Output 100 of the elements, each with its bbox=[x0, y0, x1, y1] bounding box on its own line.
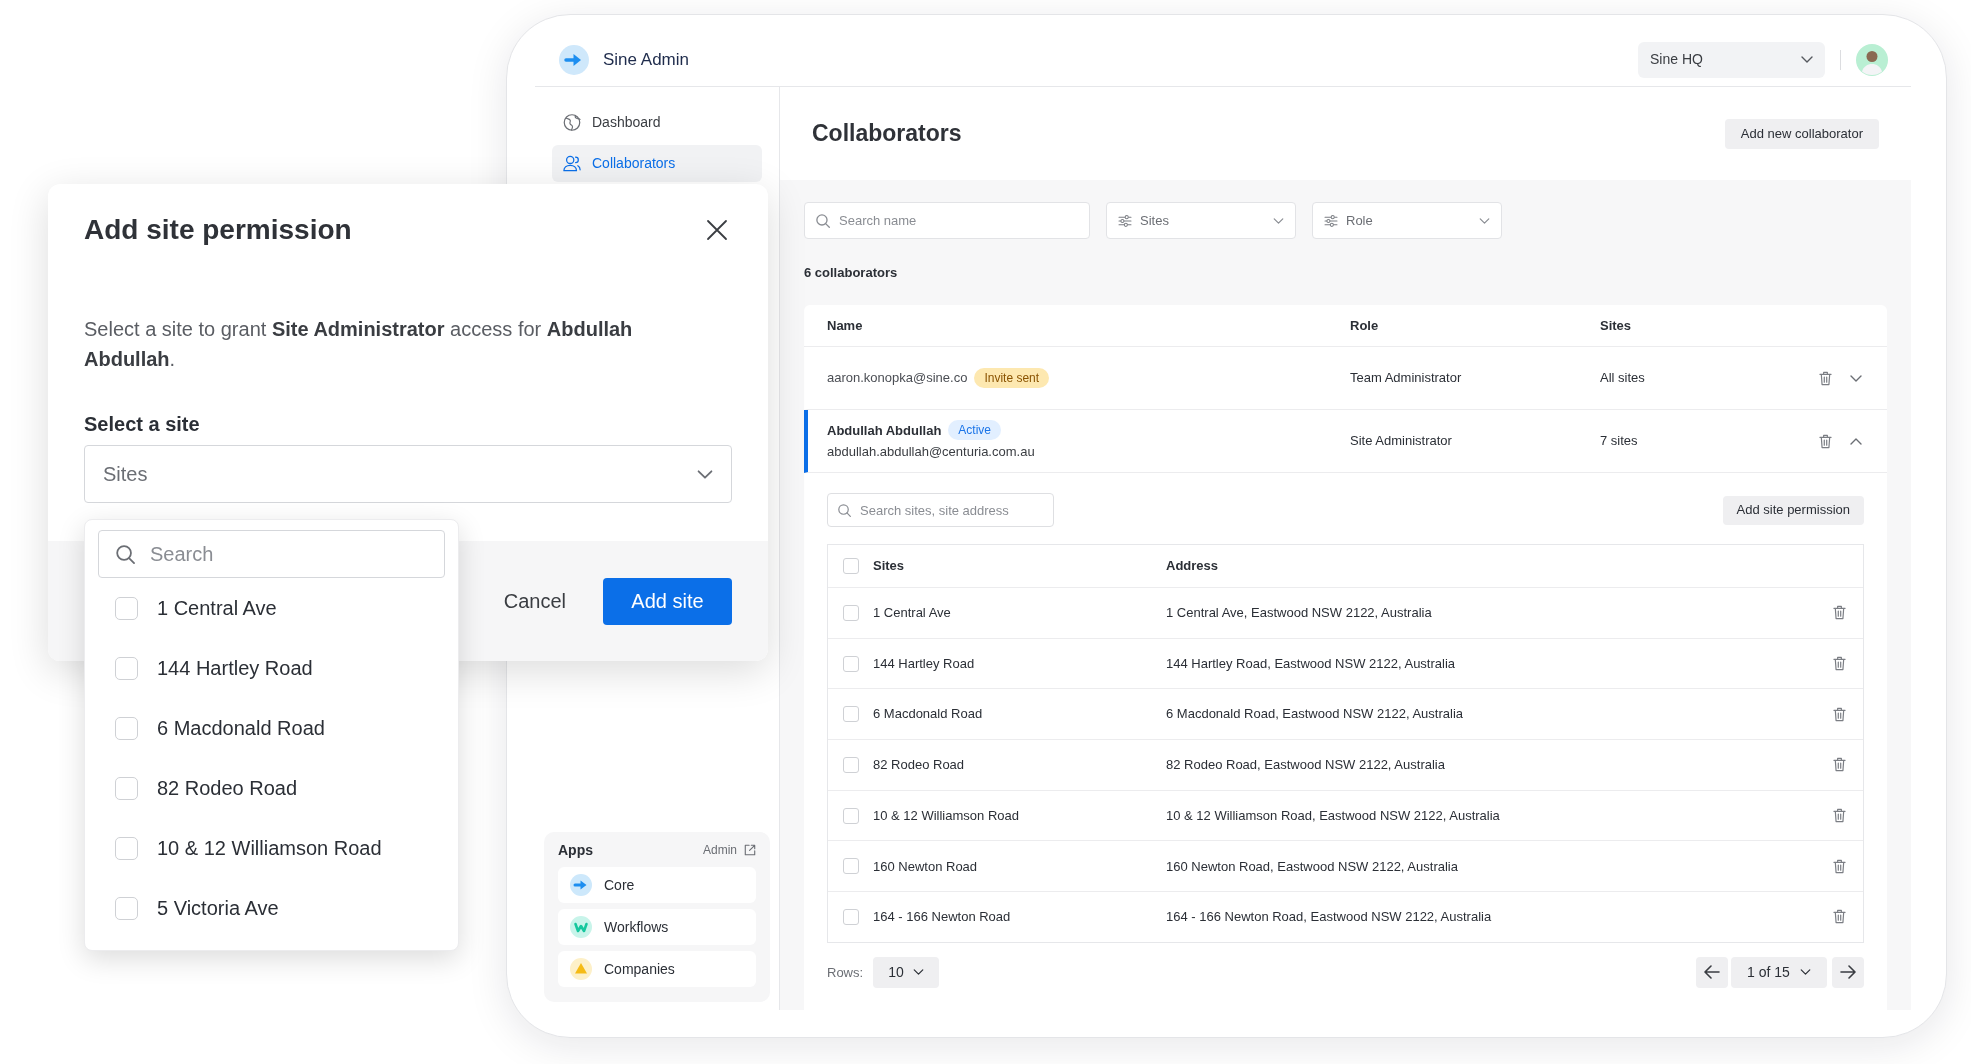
collaborator-email: aaron.konopka@sine.co bbox=[827, 369, 968, 388]
chevron-down-icon bbox=[697, 469, 713, 479]
app-link[interactable]: Workflows bbox=[558, 909, 756, 945]
checkbox[interactable] bbox=[115, 836, 138, 860]
chevron-down-icon bbox=[1801, 56, 1813, 63]
trash-icon[interactable] bbox=[1819, 433, 1832, 449]
table-cell-text: 82 Rodeo Road, Eastwood NSW 2122, Australia bbox=[1166, 756, 1445, 775]
table-cell-text: 10 & 12 Williamson Road, Eastwood NSW 2122, Australia bbox=[1166, 806, 1500, 825]
arrow-logo-icon bbox=[559, 44, 589, 75]
page-title: Collaborators bbox=[812, 119, 962, 149]
search-icon bbox=[116, 544, 135, 564]
previous-page-button[interactable] bbox=[1696, 956, 1728, 988]
chevron-down-icon[interactable] bbox=[1850, 374, 1862, 382]
close-icon[interactable] bbox=[706, 219, 728, 241]
collaborator-name: Abdullah Abdullah bbox=[827, 421, 942, 440]
checkbox[interactable] bbox=[115, 656, 138, 680]
table-cell-text: 160 Newton Road, Eastwood NSW 2122, Australia bbox=[1166, 857, 1458, 876]
checkbox[interactable] bbox=[115, 776, 138, 800]
chevron-down-icon bbox=[1479, 217, 1490, 224]
table-cell-text: 6 Macdonald Road, Eastwood NSW 2122, Australia bbox=[1166, 705, 1463, 724]
app-link[interactable]: Core bbox=[558, 867, 756, 903]
next-page-button[interactable] bbox=[1832, 956, 1864, 988]
checkbox[interactable] bbox=[843, 655, 859, 672]
option-label[interactable]: 6 Macdonald Road bbox=[157, 713, 325, 743]
checkbox[interactable] bbox=[115, 596, 138, 620]
table-cell-text: 160 Newton Road bbox=[873, 857, 978, 876]
add-collaborator-button[interactable]: Add new collaborator bbox=[1724, 118, 1879, 149]
admin-link[interactable]: Admin bbox=[703, 841, 756, 859]
checkbox[interactable] bbox=[843, 706, 859, 723]
table-cell-text: 1 Central Ave bbox=[873, 604, 951, 623]
checkbox[interactable] bbox=[843, 807, 859, 824]
arrow-right-icon bbox=[1840, 965, 1856, 980]
users-icon bbox=[563, 155, 581, 172]
filter-select[interactable]: Sites bbox=[1106, 202, 1296, 239]
column-header: Name bbox=[827, 316, 863, 335]
checkbox[interactable] bbox=[843, 558, 859, 574]
trash-icon[interactable] bbox=[1819, 370, 1832, 386]
app-name: Sine Admin bbox=[603, 48, 689, 71]
sidebar-item[interactable]: Dashboard bbox=[552, 104, 762, 141]
column-header: Address bbox=[1166, 557, 1219, 576]
table-cell-text: 144 Hartley Road bbox=[873, 654, 975, 673]
option-label[interactable]: 82 Rodeo Road bbox=[157, 773, 298, 803]
rows-per-page-select[interactable]: 10 bbox=[873, 956, 940, 988]
search-field[interactable]: Search bbox=[98, 530, 445, 578]
trash-icon[interactable] bbox=[1833, 605, 1846, 621]
globe-icon bbox=[563, 114, 581, 131]
rows-label: Rows: bbox=[827, 963, 864, 982]
add-site-permission-button[interactable]: Add site permission bbox=[1722, 495, 1864, 525]
filter-select[interactable]: Role bbox=[1312, 202, 1502, 239]
trash-icon[interactable] bbox=[1833, 808, 1846, 824]
table-cell-text: 164 - 166 Newton Road bbox=[873, 908, 1011, 927]
external-link-icon bbox=[744, 844, 756, 856]
trash-icon[interactable] bbox=[1833, 706, 1846, 722]
triangle-logo-icon bbox=[570, 958, 592, 980]
option-label[interactable]: 144 Hartley Road bbox=[157, 653, 313, 683]
table-cell-text: 164 - 166 Newton Road, Eastwood NSW 2122, Australia bbox=[1166, 908, 1492, 927]
checkbox[interactable] bbox=[115, 716, 138, 740]
checkbox[interactable] bbox=[843, 858, 859, 875]
app-link[interactable]: Companies bbox=[558, 951, 756, 987]
checkbox[interactable] bbox=[843, 604, 859, 621]
trash-icon[interactable] bbox=[1833, 858, 1846, 874]
table-cell-text: 82 Rodeo Road bbox=[873, 756, 965, 775]
search-field[interactable]: Search sites, site address bbox=[827, 493, 1054, 527]
user-avatar[interactable] bbox=[1856, 43, 1888, 76]
trash-icon[interactable] bbox=[1833, 909, 1846, 925]
column-header: Role bbox=[1350, 316, 1379, 335]
option-label[interactable]: 10 & 12 Williamson Road bbox=[157, 833, 382, 863]
field-label: Select a site bbox=[84, 412, 200, 437]
chevron-up-icon[interactable] bbox=[1850, 437, 1862, 445]
collaborator-email: abdullah.abdullah@centuria.com.au bbox=[827, 443, 1035, 462]
option-label[interactable]: 5 Victoria Ave bbox=[157, 893, 279, 923]
chevron-down-icon bbox=[1273, 217, 1284, 224]
arrow-logo-icon bbox=[570, 874, 592, 896]
search-field[interactable]: Search name bbox=[804, 202, 1090, 239]
sliders-icon bbox=[1118, 214, 1132, 227]
page-select[interactable]: 1 of 15 bbox=[1731, 956, 1827, 988]
checkbox[interactable] bbox=[843, 756, 859, 773]
column-header: Sites bbox=[1600, 316, 1632, 335]
trash-icon[interactable] bbox=[1833, 757, 1846, 773]
table-cell-text: 6 Macdonald Road bbox=[873, 705, 983, 724]
add-site-button[interactable]: Add site bbox=[603, 577, 732, 625]
apps-heading: Apps bbox=[558, 840, 593, 860]
modal-description: Select a site to grant Site Administrator access for Abdullah Abdullah. bbox=[84, 317, 634, 372]
checkbox[interactable] bbox=[115, 896, 138, 920]
trash-icon[interactable] bbox=[1833, 656, 1846, 672]
organization-select[interactable]: Sine HQ bbox=[1638, 41, 1825, 78]
arrow-left-icon bbox=[1704, 965, 1720, 980]
checkbox[interactable] bbox=[843, 908, 859, 925]
table-cell-text: All sites bbox=[1600, 369, 1645, 388]
table-cell-text: 7 sites bbox=[1600, 432, 1638, 451]
sidebar-item[interactable]: Collaborators bbox=[552, 145, 762, 182]
chevron-down-icon bbox=[1799, 969, 1811, 976]
table-cell-text: 1 Central Ave, Eastwood NSW 2122, Australia bbox=[1166, 604, 1432, 623]
status-badge: Active bbox=[948, 420, 1002, 441]
option-label[interactable]: 1 Central Ave bbox=[157, 593, 277, 623]
sites-select[interactable]: Sites bbox=[84, 445, 732, 503]
modal-title: Add site permission bbox=[84, 213, 352, 247]
chevron-down-icon bbox=[912, 969, 924, 976]
sliders-icon bbox=[1324, 214, 1338, 227]
cancel-button[interactable]: Cancel bbox=[487, 577, 582, 625]
